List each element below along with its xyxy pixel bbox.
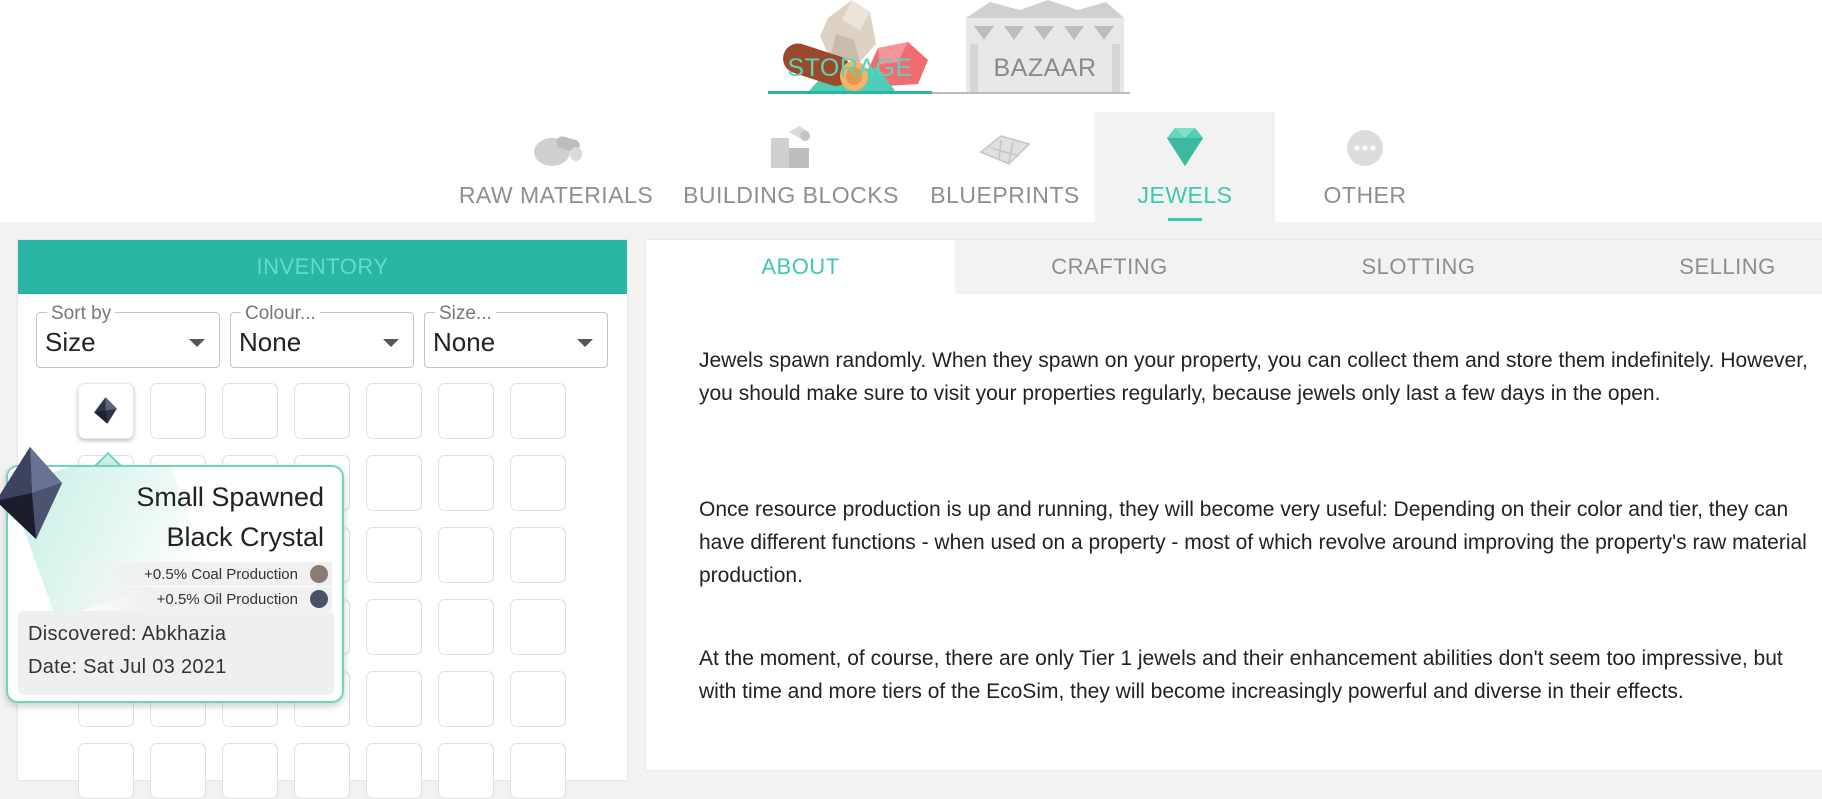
inventory-slot[interactable]	[222, 743, 278, 799]
jewel-name-line2: Black Crystal	[166, 522, 324, 552]
inventory-slot[interactable]	[438, 527, 494, 583]
select-value: None	[433, 327, 496, 357]
effect-text: +0.5% Oil Production	[156, 591, 298, 608]
inventory-slot[interactable]	[438, 455, 494, 511]
inventory-title: INVENTORY	[18, 240, 627, 294]
inventory-slot[interactable]	[438, 599, 494, 655]
inventory-slot[interactable]	[366, 383, 422, 439]
inventory-slot[interactable]	[510, 455, 566, 511]
storage-active-indicator	[768, 91, 932, 94]
diamond-icon	[1167, 128, 1203, 166]
inventory-slot[interactable]	[150, 383, 206, 439]
select-value: Size	[45, 327, 96, 357]
inventory-slot[interactable]	[366, 599, 422, 655]
inventory-slot[interactable]	[294, 743, 350, 799]
inventory-slot[interactable]	[366, 455, 422, 511]
detail-tabs: ABOUT CRAFTING SLOTTING SELLING	[646, 240, 1822, 294]
select-legend: Size...	[435, 303, 496, 325]
storage-tab[interactable]: STORAGE	[768, 0, 932, 94]
sort-by-select[interactable]: Sort by Size	[36, 303, 220, 368]
jewel-info: Discovered: Abkhazia Date: Sat Jul 03 20…	[18, 611, 334, 695]
inventory-slot[interactable]	[366, 527, 422, 583]
inventory-slot[interactable]	[510, 599, 566, 655]
inventory-slot[interactable]	[510, 671, 566, 727]
oil-color-dot	[310, 590, 328, 608]
category-label: BLUEPRINTS	[930, 182, 1080, 208]
size-filter-select[interactable]: Size... None	[424, 303, 608, 368]
bazaar-tab[interactable]: BAZAAR	[960, 0, 1130, 94]
inventory-slot[interactable]	[510, 743, 566, 799]
inventory-slot[interactable]	[150, 743, 206, 799]
about-paragraph: Jewels spawn randomly. When they spawn o…	[699, 349, 1808, 405]
inventory-slot[interactable]	[222, 383, 278, 439]
inventory-slot[interactable]	[366, 671, 422, 727]
effect-row: +0.5% Oil Production	[66, 587, 332, 611]
building-blocks-icon	[771, 126, 810, 168]
category-tab-building-blocks[interactable]: BUILDING BLOCKS	[680, 112, 902, 222]
chevron-down-icon	[383, 339, 399, 347]
inventory-slot[interactable]	[510, 383, 566, 439]
tab-selling[interactable]: SELLING	[1573, 240, 1822, 294]
date-text: Date: Sat Jul 03 2021	[28, 656, 227, 678]
category-tab-other[interactable]: OTHER	[1300, 112, 1430, 222]
colour-filter-select[interactable]: Colour... None	[230, 303, 414, 368]
tab-about[interactable]: ABOUT	[646, 240, 955, 294]
category-label: OTHER	[1323, 182, 1407, 208]
black-crystal-icon	[0, 447, 62, 539]
inventory-slot[interactable]	[78, 743, 134, 799]
effect-row: +0.5% Coal Production	[66, 562, 332, 586]
inventory-slot[interactable]	[366, 743, 422, 799]
chevron-down-icon	[577, 339, 593, 347]
coal-color-dot	[310, 565, 328, 583]
inventory-slot[interactable]	[294, 383, 350, 439]
category-tab-raw-materials[interactable]: RAW MATERIALS	[456, 112, 656, 222]
select-value: None	[239, 327, 302, 357]
tab-slotting[interactable]: SLOTTING	[1264, 240, 1573, 294]
inventory-slot[interactable]	[438, 383, 494, 439]
tab-crafting[interactable]: CRAFTING	[955, 240, 1264, 294]
category-label: RAW MATERIALS	[458, 182, 654, 208]
storage-tab-label: STORAGE	[787, 54, 913, 82]
jewel-name: Small Spawned Black Crystal	[84, 477, 324, 557]
blueprint-icon	[979, 135, 1031, 165]
jewel-name-line1: Small Spawned	[136, 482, 324, 512]
inventory-slot[interactable]	[510, 527, 566, 583]
select-legend: Colour...	[241, 303, 320, 325]
bazaar-tab-label: BAZAAR	[993, 54, 1097, 82]
inventory-slot[interactable]	[438, 671, 494, 727]
more-icon	[1347, 130, 1383, 166]
detail-panel: ABOUT CRAFTING SLOTTING SELLING Jewels s…	[646, 240, 1822, 770]
category-tab-blueprints[interactable]: BLUEPRINTS	[922, 112, 1088, 222]
raw-materials-icon	[534, 136, 582, 166]
effect-text: +0.5% Coal Production	[144, 566, 298, 583]
inventory-slot[interactable]	[438, 743, 494, 799]
category-tab-jewels[interactable]: JEWELS	[1095, 112, 1275, 222]
chevron-down-icon	[189, 339, 205, 347]
inventory-slot-jewel[interactable]	[78, 383, 134, 439]
active-tab-indicator	[1168, 218, 1202, 221]
about-paragraph: Once resource production is up and runni…	[699, 498, 1807, 587]
about-paragraph: At the moment, of course, there are only…	[699, 647, 1783, 703]
black-crystal-icon	[94, 397, 117, 424]
category-label: BUILDING BLOCKS	[683, 182, 899, 208]
discovered-text: Discovered: Abkhazia	[28, 623, 227, 645]
select-legend: Sort by	[47, 303, 116, 325]
category-label: JEWELS	[1137, 182, 1233, 208]
